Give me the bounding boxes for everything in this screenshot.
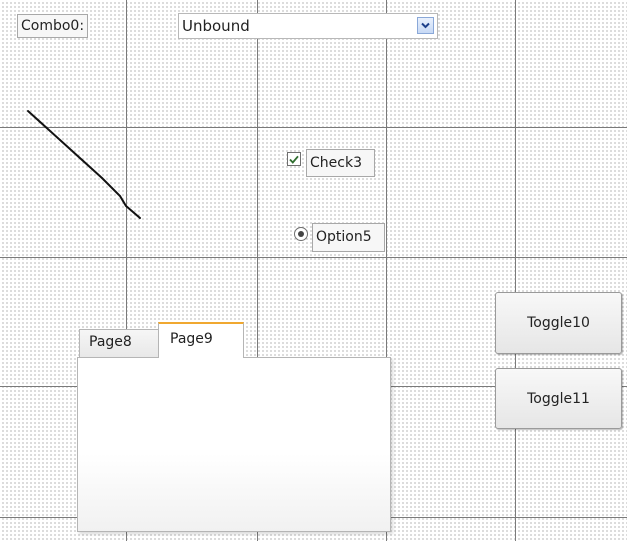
radio-dot-icon [298, 231, 304, 237]
toggle11-label: Toggle11 [527, 390, 590, 407]
tab-page9-label: Page9 [170, 331, 213, 347]
check3-label: Check3 [306, 149, 375, 177]
option5-radio[interactable] [294, 227, 308, 241]
toggle10-label: Toggle10 [527, 315, 590, 331]
combo-box[interactable]: Unbound [178, 13, 438, 39]
tab-control-panel [77, 357, 391, 532]
chevron-down-icon [421, 22, 430, 29]
toggle10-button[interactable]: Toggle10 [495, 292, 622, 354]
tab-page9[interactable]: Page9 [158, 322, 244, 358]
checkmark-icon [289, 155, 299, 164]
check3-checkbox[interactable] [287, 152, 301, 166]
tab-page8-label: Page8 [89, 334, 132, 350]
tab-page8[interactable]: Page8 [79, 329, 159, 357]
combo-value: Unbound [182, 17, 250, 35]
combo-label: Combo0: [17, 14, 89, 38]
toggle11-button[interactable]: Toggle11 [495, 368, 622, 429]
option5-label: Option5 [312, 223, 385, 252]
combo-dropdown-button[interactable] [417, 17, 434, 34]
